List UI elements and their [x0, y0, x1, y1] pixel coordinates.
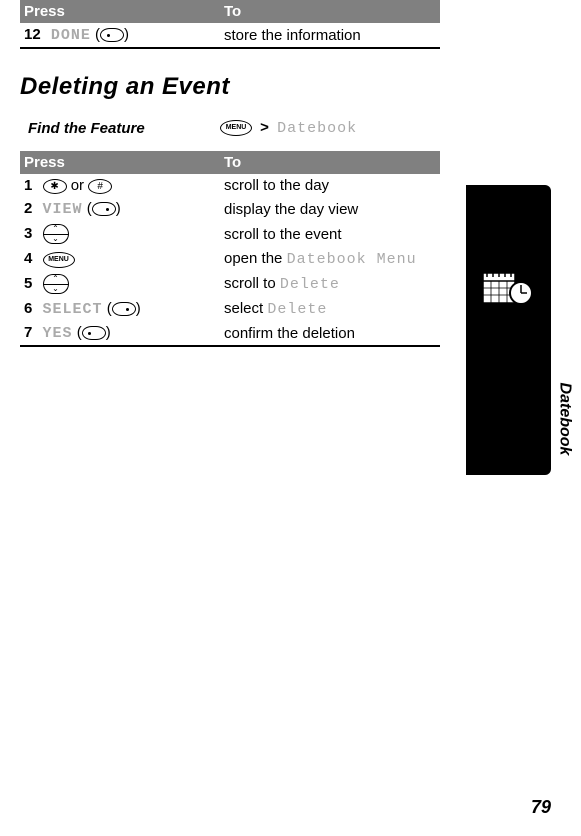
find-feature-row: Find the Feature MENU > Datebook: [20, 119, 440, 137]
desc-mono: Datebook Menu: [287, 251, 417, 268]
row-description: scroll to the day: [220, 174, 440, 197]
top-table-row: 12 DONE () store the information: [20, 23, 440, 48]
main-table-header: Press To: [20, 151, 440, 174]
table-row: 3 ⌃ ⌄ scroll to the event: [20, 221, 440, 247]
row-description: select Delete: [220, 297, 440, 321]
find-feature-target: Datebook: [277, 120, 357, 137]
left-softkey-icon: [100, 28, 124, 42]
gt-symbol: >: [260, 119, 269, 136]
paren-close: ): [136, 300, 141, 317]
row-description: scroll to the event: [220, 221, 440, 247]
step-number: 7: [24, 324, 32, 341]
top-header-press: Press: [20, 0, 220, 23]
menu-key-icon: MENU: [220, 120, 252, 136]
top-table: Press To 12 DONE () store the informatio…: [20, 0, 440, 49]
action-view: VIEW: [43, 201, 83, 218]
table-row: 4 MENU open the Datebook Menu: [20, 247, 440, 271]
side-tab: Datebook: [466, 185, 551, 475]
section-heading: Deleting an Event: [20, 73, 440, 101]
step-number: 4: [24, 250, 32, 267]
page-number: 79: [531, 797, 551, 818]
step-number: 3: [24, 225, 32, 242]
top-row-description: store the information: [220, 23, 440, 48]
row-description: confirm the deletion: [220, 321, 440, 346]
row-description: open the Datebook Menu: [220, 247, 440, 271]
row-description: scroll to Delete: [220, 271, 440, 297]
top-header-to: To: [220, 0, 440, 23]
left-softkey-icon: [82, 326, 106, 340]
datebook-icon: [481, 265, 535, 311]
star-key-icon: ✱: [43, 179, 67, 194]
table-row: 1 ✱ or # scroll to the day: [20, 174, 440, 197]
desc-prefix: open the: [224, 250, 287, 267]
find-feature-label: Find the Feature: [20, 120, 220, 137]
table-row: 6 SELECT () select Delete: [20, 297, 440, 321]
paren-open: (: [87, 200, 92, 217]
desc-prefix: scroll to: [224, 275, 280, 292]
table-row: 7 YES () confirm the deletion: [20, 321, 440, 346]
right-softkey-icon: [92, 202, 116, 216]
table-row: 2 VIEW () display the day view: [20, 197, 440, 221]
desc-mono: Delete: [280, 276, 340, 293]
action-select: SELECT: [43, 301, 103, 318]
desc-mono: Delete: [267, 301, 327, 318]
action-yes: YES: [43, 325, 73, 342]
row-description: display the day view: [220, 197, 440, 221]
scroll-key-icon: ⌃ ⌄: [43, 274, 69, 294]
right-softkey-icon: [112, 302, 136, 316]
table-row: 5 ⌃ ⌄ scroll to Delete: [20, 271, 440, 297]
paren-close: ): [106, 324, 111, 341]
step-number: 12: [24, 26, 41, 43]
step-number: 1: [24, 177, 32, 194]
paren-close: ): [124, 26, 129, 43]
step-number: 5: [24, 275, 32, 292]
main-header-press: Press: [20, 151, 220, 174]
paren-open: (: [77, 324, 82, 341]
top-table-header: Press To: [20, 0, 440, 23]
paren-open: (: [107, 300, 112, 317]
main-header-to: To: [220, 151, 440, 174]
hash-key-icon: #: [88, 179, 112, 194]
menu-key-icon: MENU: [43, 252, 75, 268]
step-number: 2: [24, 200, 32, 217]
step-number: 6: [24, 300, 32, 317]
paren-close: ): [116, 200, 121, 217]
main-table: Press To 1 ✱ or # scroll to the day 2 VI…: [20, 151, 440, 347]
scroll-key-icon: ⌃ ⌄: [43, 224, 69, 244]
desc-prefix: select: [224, 300, 267, 317]
side-tab-label: Datebook: [555, 383, 573, 456]
find-feature-path: MENU > Datebook: [220, 119, 357, 137]
action-done: DONE: [51, 27, 91, 44]
or-word: or: [71, 177, 84, 194]
